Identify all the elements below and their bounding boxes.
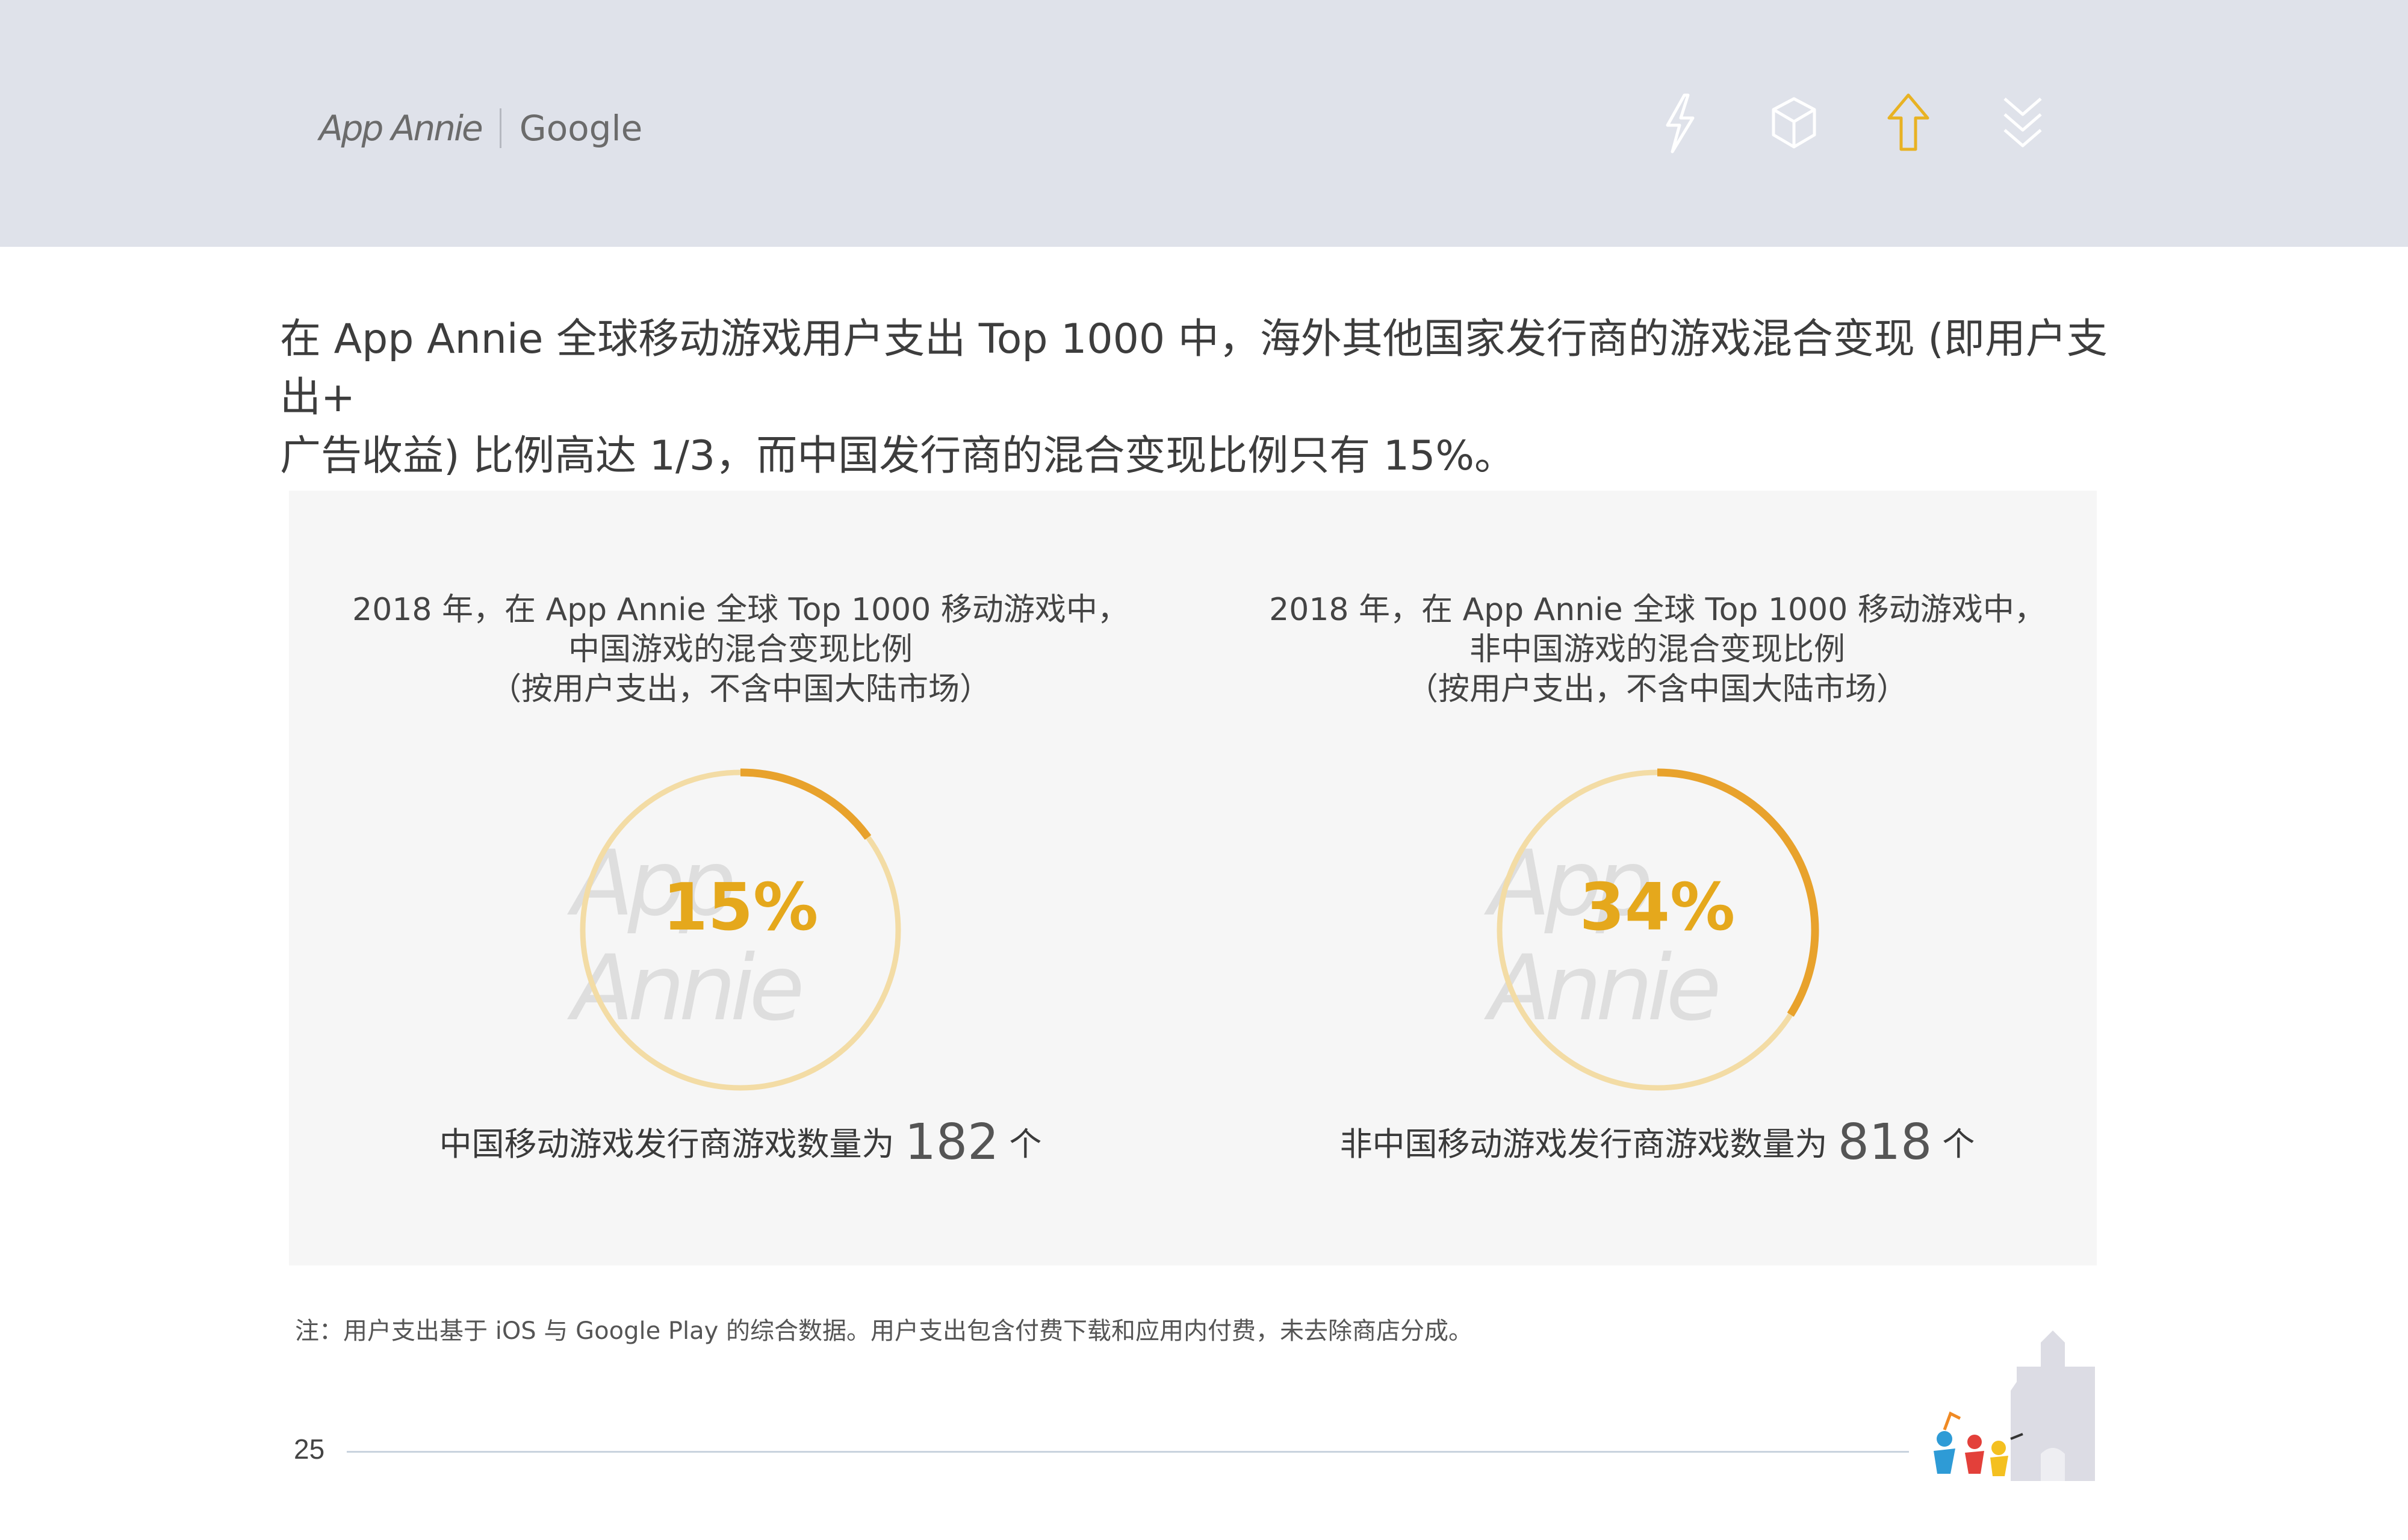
chart-title-line: 2018 年，在 App Annie 全球 Top 1000 移动游戏中， xyxy=(352,592,1129,628)
percentage-label: 34% xyxy=(1579,870,1736,945)
brand-divider xyxy=(499,108,501,148)
arrow-up-icon[interactable] xyxy=(1878,90,1938,157)
chart-title-line: （按用户支出，不含中国大陆市场） xyxy=(489,671,991,707)
intro-line-2: 广告收益) 比例高达 1/3，而中国发行商的混合变现比例只有 15%。 xyxy=(280,432,1515,480)
page-number: 25 xyxy=(294,1433,325,1465)
donut-chart: App Annie 15% xyxy=(572,762,909,1099)
footnote: 注：用户支出基于 iOS 与 Google Play 的综合数据。用户支出包含付… xyxy=(295,1317,1473,1345)
intro-paragraph: 在 App Annie 全球移动游戏用户支出 Top 1000 中，海外其他国家… xyxy=(280,310,2134,485)
app-annie-logo: App Annie xyxy=(319,108,483,149)
lightning-icon[interactable] xyxy=(1649,90,1710,157)
chart-title-line: 中国游戏的混合变现比例 xyxy=(568,632,913,668)
brand-logo: App Annie Google xyxy=(319,101,642,155)
chart-non-china: 2018 年，在 App Annie 全球 Top 1000 移动游戏中， 非中… xyxy=(1206,491,2109,1265)
count-text: 非中国移动游戏发行商游戏数量为 xyxy=(1339,1125,1828,1163)
percentage-label: 15% xyxy=(662,870,819,945)
chart-china: 2018 年，在 App Annie 全球 Top 1000 移动游戏中， 中国… xyxy=(289,491,1192,1265)
count-unit: 个 xyxy=(1942,1125,1975,1163)
count-value: 182 xyxy=(904,1114,999,1171)
cube-icon[interactable] xyxy=(1764,90,1824,157)
header-bar: App Annie Google xyxy=(0,0,2408,247)
double-chevron-down-icon[interactable] xyxy=(1993,90,2053,157)
footer-divider xyxy=(347,1451,1909,1453)
donut-value-arc xyxy=(740,768,872,840)
chart-panel: 2018 年，在 App Annie 全球 Top 1000 移动游戏中， 中国… xyxy=(289,491,2097,1265)
google-logo: Google xyxy=(519,108,643,149)
chart-title: 2018 年，在 App Annie 全球 Top 1000 移动游戏中， 非中… xyxy=(1206,590,2109,709)
count-value: 818 xyxy=(1837,1114,1932,1171)
count-text: 中国移动游戏发行商游戏数量为 xyxy=(439,1125,895,1163)
intro-line-1: 在 App Annie 全球移动游戏用户支出 Top 1000 中，海外其他国家… xyxy=(280,315,2108,421)
chart-title-line: 2018 年，在 App Annie 全球 Top 1000 移动游戏中， xyxy=(1269,592,2046,628)
count-unit: 个 xyxy=(1009,1125,1042,1163)
chart-title: 2018 年，在 App Annie 全球 Top 1000 移动游戏中， 中国… xyxy=(289,590,1192,709)
castle-illustration xyxy=(1934,1330,2095,1481)
chart-title-line: 非中国游戏的混合变现比例 xyxy=(1469,632,1845,668)
publisher-count: 中国移动游戏发行商游戏数量为 182 个 xyxy=(289,1114,1192,1171)
donut-chart: App Annie 34% xyxy=(1489,762,1826,1099)
chart-title-line: （按用户支出，不含中国大陆市场） xyxy=(1406,671,1908,707)
publisher-count: 非中国移动游戏发行商游戏数量为 818 个 xyxy=(1206,1114,2109,1171)
